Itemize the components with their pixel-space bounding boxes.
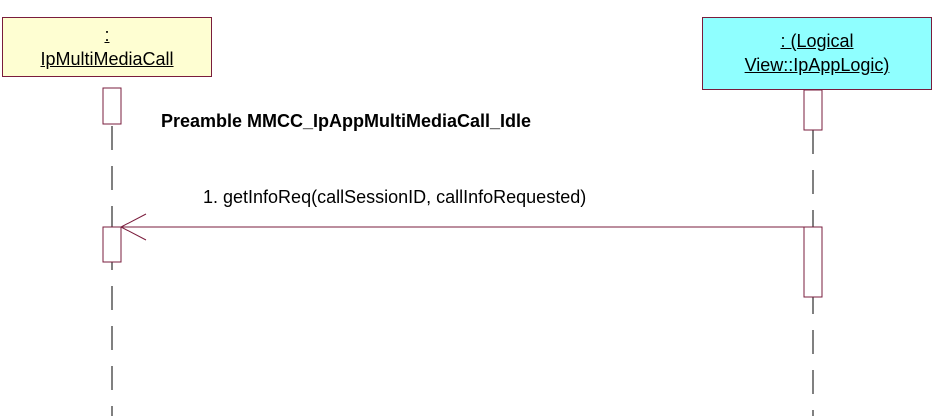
lifeline-box-ipapplogic[interactable]: : (Logical View::IpAppLogic) [702, 17, 932, 90]
message-label-getinforeq: 1. getInfoReq(callSessionID, callInfoReq… [203, 187, 587, 207]
lifeline-left-line-2: IpMultiMediaCall [40, 49, 174, 69]
activation-right-top [803, 89, 823, 131]
activation-right-message [803, 226, 823, 298]
activation-left-top [102, 87, 122, 125]
lifeline-left-line-1: : [104, 25, 110, 45]
lifeline-right-line-2: View::IpAppLogic) [744, 55, 890, 75]
activation-left-message [102, 226, 122, 263]
lifeline-box-ipmultimediacall[interactable]: : IpMultiMediaCall [2, 17, 212, 77]
preamble-note: Preamble MMCC_IpAppMultiMediaCall_Idle [161, 111, 532, 131]
lifeline-right-line-1: : (Logical [780, 31, 854, 51]
